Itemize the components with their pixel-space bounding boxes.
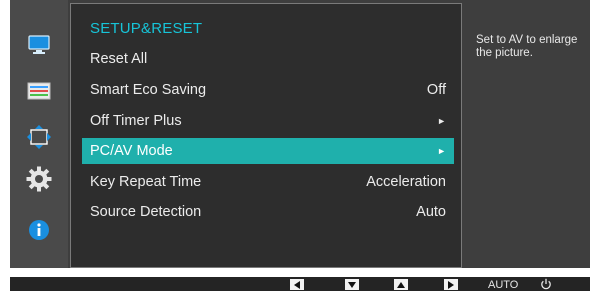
triangle-right-icon xyxy=(448,280,454,289)
menu-item-value: Auto xyxy=(416,204,446,220)
left-key-button[interactable] xyxy=(290,279,304,290)
triangle-down-icon xyxy=(348,281,356,288)
menu-item-pc-av-mode[interactable]: PC/AV Mode ► xyxy=(82,138,454,164)
menu-item-off-timer-plus[interactable]: Off Timer Plus ► xyxy=(82,108,454,134)
key-guide-bar: AUTO xyxy=(10,277,590,291)
menu-item-label: Reset All xyxy=(90,51,148,67)
triangle-up-icon xyxy=(397,281,405,288)
power-icon xyxy=(541,278,551,290)
menu-item-reset-all[interactable]: Reset All xyxy=(82,46,454,72)
sidebar-item-size-position[interactable] xyxy=(10,119,68,155)
chevron-right-icon: ► xyxy=(437,146,446,156)
sidebar-item-information[interactable] xyxy=(10,212,68,248)
info-icon xyxy=(29,220,49,240)
power-key-button[interactable] xyxy=(540,277,552,290)
size-position-icon xyxy=(27,125,51,149)
menu-item-smart-eco-saving[interactable]: Smart Eco Saving Off xyxy=(82,77,454,103)
setup-reset-panel: SETUP&RESET Reset All Smart Eco Saving O… xyxy=(70,3,462,268)
menu-item-value: Acceleration xyxy=(366,174,446,190)
menu-item-label: Source Detection xyxy=(90,204,202,220)
auto-key-button[interactable]: AUTO xyxy=(488,279,518,291)
sidebar-item-setup[interactable] xyxy=(10,161,68,197)
menu-item-key-repeat-time[interactable]: Key Repeat Time Acceleration xyxy=(82,169,454,195)
monitor-icon xyxy=(28,35,50,54)
osd-menu: SETUP&RESET Reset All Smart Eco Saving O… xyxy=(10,0,590,268)
up-key-button[interactable] xyxy=(394,279,408,290)
gear-icon xyxy=(26,166,52,192)
help-text: Set to AV to enlarge the picture. xyxy=(476,34,578,59)
color-bars-icon xyxy=(27,82,51,100)
sidebar-item-color[interactable] xyxy=(10,73,68,109)
sidebar-item-picture[interactable] xyxy=(10,27,68,63)
down-key-button[interactable] xyxy=(345,279,359,290)
menu-item-label: Smart Eco Saving xyxy=(90,82,207,98)
triangle-left-icon xyxy=(294,280,300,289)
menu-item-value: Off xyxy=(426,82,446,98)
right-key-button[interactable] xyxy=(444,279,458,290)
category-sidebar xyxy=(10,0,68,268)
chevron-right-icon: ► xyxy=(437,116,446,126)
menu-item-source-detection[interactable]: Source Detection Auto xyxy=(82,199,454,225)
menu-title: SETUP&RESET xyxy=(90,20,203,37)
menu-item-label: Key Repeat Time xyxy=(90,174,202,190)
menu-item-label: Off Timer Plus xyxy=(90,113,182,129)
menu-item-label: PC/AV Mode xyxy=(90,143,173,159)
